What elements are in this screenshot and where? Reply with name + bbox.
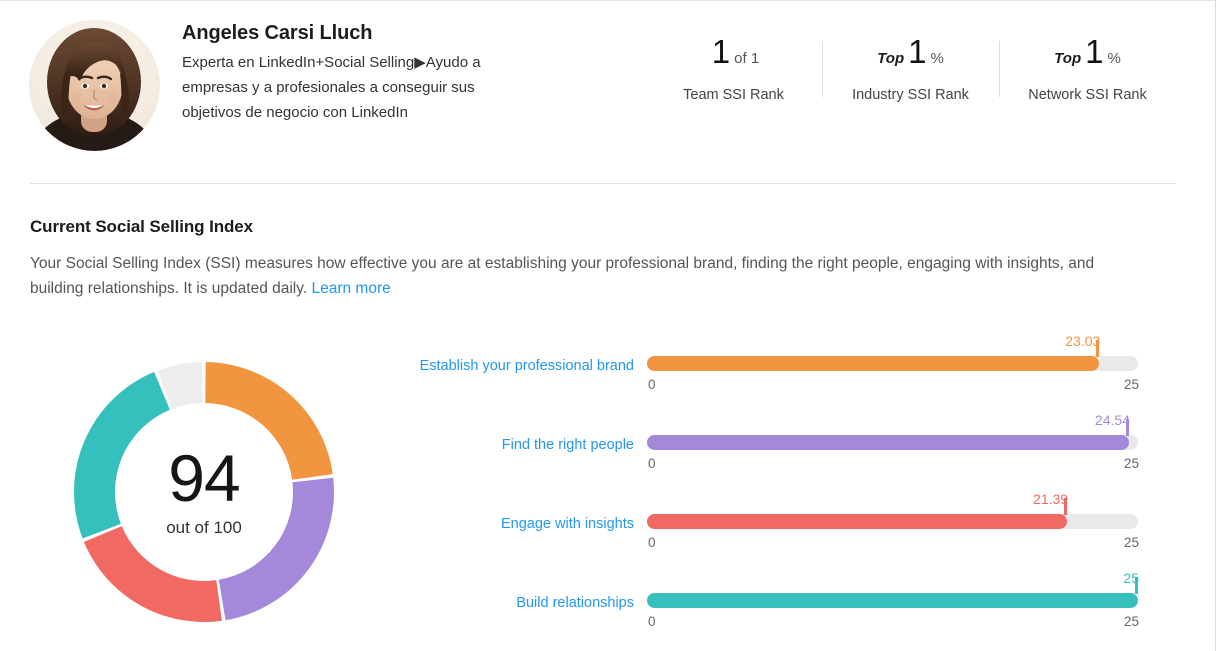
stat-industry-label: Industry SSI Rank (848, 87, 973, 103)
axis-max-label: 25 (1124, 535, 1139, 550)
stat-industry-ssi-rank: Top 1 % Industry SSI Rank (822, 35, 999, 103)
stat-industry-prefix: Top (877, 50, 904, 67)
bar-row: Engage with insights 21.39 0 25 (0, 489, 1216, 568)
stat-network-ssi-rank: Top 1 % Network SSI Rank (999, 35, 1176, 103)
bar-axis: 0 25 (647, 377, 1138, 397)
stat-network-prefix: Top (1054, 50, 1081, 67)
profile-identity: Angeles Carsi Lluch Experta en LinkedIn+… (182, 20, 512, 125)
axis-min-label: 0 (648, 535, 656, 550)
bar-area: 23.03 0 25 (647, 331, 1138, 410)
ssi-bar-chart: Establish your professional brand23.0302… (0, 331, 1216, 647)
page-title: Current Social Selling Index (30, 217, 1180, 237)
axis-max-label: 25 (1124, 456, 1139, 471)
bar-axis: 0 25 (647, 456, 1138, 476)
axis-min-label: 0 (648, 614, 656, 629)
stat-team-value: 1 (712, 35, 730, 68)
ssi-dashboard-page: Angeles Carsi Lluch Experta en LinkedIn+… (0, 0, 1216, 651)
ssi-description: Your Social Selling Index (SSI) measures… (30, 251, 1135, 301)
stat-team-label: Team SSI Rank (671, 87, 796, 103)
bar-label[interactable]: Build relationships (516, 595, 634, 611)
bar-value-label: 25 (1123, 570, 1140, 586)
stat-industry-value-group: Top 1 % (848, 35, 973, 79)
bar-area: 25 0 25 (647, 568, 1138, 647)
bar-fill (647, 435, 1129, 450)
learn-more-link[interactable]: Learn more (311, 280, 390, 297)
bar-row: Build relationships 25 0 25 (0, 568, 1216, 647)
bar-fill (647, 593, 1138, 608)
stat-network-label: Network SSI Rank (1025, 87, 1150, 103)
stat-network-value-group: Top 1 % (1025, 35, 1150, 79)
profile-header: Angeles Carsi Lluch Experta en LinkedIn+… (0, 1, 1176, 184)
avatar (29, 20, 160, 151)
bar-value-label: 24.54 (1095, 412, 1131, 428)
bar-axis: 0 25 (647, 614, 1138, 634)
axis-max-label: 25 (1124, 614, 1139, 629)
ssi-description-text: Your Social Selling Index (SSI) measures… (30, 255, 1094, 297)
stat-team-value-group: 1 of 1 (671, 35, 796, 79)
bar-row: Establish your professional brand23.0302… (0, 331, 1216, 410)
bar-label[interactable]: Engage with insights (501, 516, 634, 532)
axis-max-label: 25 (1124, 377, 1139, 392)
profile-name: Angeles Carsi Lluch (182, 20, 512, 46)
bar-track (647, 593, 1138, 608)
stat-industry-value: 1 (908, 35, 926, 68)
header-divider (30, 183, 1176, 184)
bar-fill (647, 514, 1067, 529)
stat-team-suffix: of 1 (734, 50, 759, 67)
rank-stats: 1 of 1 Team SSI Rank Top 1 % Industry SS… (645, 35, 1176, 103)
bar-track (647, 435, 1138, 450)
profile-headline: Experta en LinkedIn+Social Selling▶Ayudo… (182, 50, 512, 125)
bar-track (647, 514, 1138, 529)
bar-axis: 0 25 (647, 535, 1138, 555)
stat-team-ssi-rank: 1 of 1 Team SSI Rank (645, 35, 822, 103)
bar-label[interactable]: Find the right people (502, 437, 634, 453)
bar-value-label: 23.03 (1065, 333, 1101, 349)
axis-min-label: 0 (648, 456, 656, 471)
ssi-section: Current Social Selling Index Your Social… (30, 217, 1180, 301)
axis-min-label: 0 (648, 377, 656, 392)
bar-track (647, 356, 1138, 371)
stat-network-suffix: % (1107, 50, 1120, 67)
bar-fill (647, 356, 1099, 371)
bar-label[interactable]: Establish your professional brand (420, 358, 634, 374)
bar-row: Find the right people 24.54 0 25 (0, 410, 1216, 489)
bar-area: 24.54 0 25 (647, 410, 1138, 489)
bar-area: 21.39 0 25 (647, 489, 1138, 568)
bar-value-label: 21.39 (1033, 491, 1069, 507)
stat-network-value: 1 (1085, 35, 1103, 68)
stat-industry-suffix: % (930, 50, 943, 67)
